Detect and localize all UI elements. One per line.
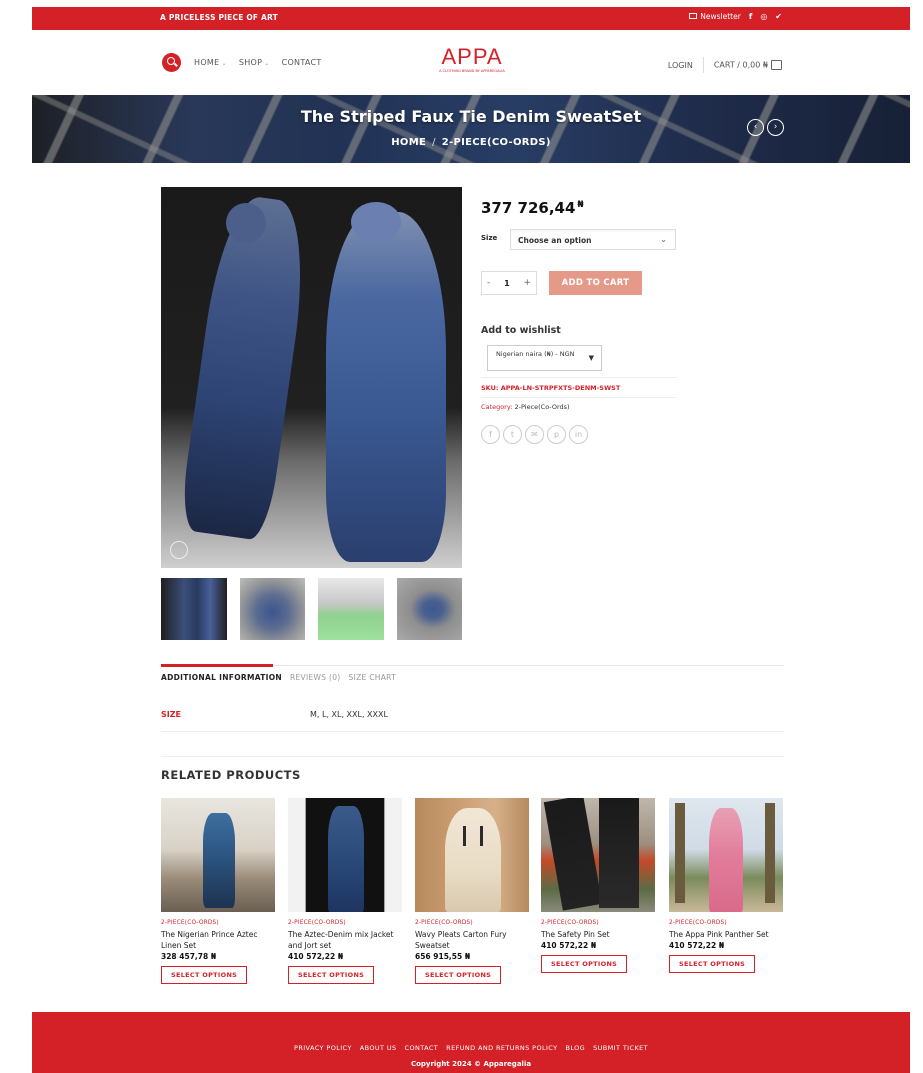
nav-contact[interactable]: CONTACT — [282, 58, 322, 67]
instagram-icon[interactable]: ◎ — [760, 12, 767, 21]
footer-link-blog[interactable]: BLOG — [566, 1044, 586, 1052]
tab-additional-information[interactable]: ADDITIONAL INFORMATION — [161, 673, 282, 682]
share-buttons: f t ✉ p in — [481, 425, 588, 444]
nav-home[interactable]: HOME ⌄ — [194, 58, 227, 67]
select-options-button[interactable]: SELECT OPTIONS — [288, 966, 375, 984]
caret-down-icon: ▼ — [588, 354, 594, 362]
main-nav: HOME ⌄ SHOP ⌄ CONTACT — [194, 58, 322, 67]
footer-links: PRIVACY POLICY ABOUT US CONTACT REFUND A… — [32, 1044, 910, 1052]
size-select[interactable]: Choose an option ⌄ — [510, 229, 676, 250]
product-price: 656 915,55 ₦ — [415, 952, 471, 961]
thumbnail-2[interactable] — [239, 578, 305, 640]
footer-link-refund[interactable]: REFUND AND RETURNS POLICY — [446, 1044, 557, 1052]
product-name[interactable]: The Aztec-Denim mix Jacket and Jort set — [288, 929, 402, 951]
zoom-icon[interactable] — [170, 541, 188, 559]
product-price: 328 457,78 ₦ — [161, 952, 217, 961]
header-account: LOGIN CART / 0,00 ₦ — [668, 57, 782, 73]
product-image[interactable] — [669, 798, 783, 912]
login-link[interactable]: LOGIN — [668, 61, 693, 70]
thumbnail-1[interactable] — [161, 578, 227, 640]
site-header: HOME ⌄ SHOP ⌄ CONTACT APPA A CLOTHING BRAN… — [32, 30, 910, 95]
footer-link-ticket[interactable]: SUBMIT TICKET — [593, 1044, 648, 1052]
product-image[interactable] — [288, 798, 402, 912]
linkedin-share-icon[interactable]: in — [569, 425, 588, 444]
top-bar-links: Newsletter f ◎ ✔ — [689, 12, 782, 21]
site-footer: PRIVACY POLICY ABOUT US CONTACT REFUND A… — [32, 1012, 910, 1073]
tab-size-chart[interactable]: SIZE CHART — [349, 673, 397, 682]
qty-input[interactable]: 1 — [504, 279, 510, 288]
site-logo[interactable]: APPA A CLOTHING BRAND BY APPAREGALIA — [437, 46, 507, 74]
select-options-button[interactable]: SELECT OPTIONS — [161, 966, 248, 984]
footer-link-about[interactable]: ABOUT US — [360, 1044, 397, 1052]
chevron-down-icon: ⌄ — [264, 60, 270, 67]
prev-product-icon[interactable]: ‹ — [747, 119, 764, 136]
select-options-button[interactable]: SELECT OPTIONS — [415, 966, 502, 984]
footer-link-privacy[interactable]: PRIVACY POLICY — [294, 1044, 352, 1052]
email-share-icon[interactable]: ✉ — [525, 425, 544, 444]
breadcrumb: HOME/2-PIECE(CO-ORDS) — [391, 137, 551, 148]
product-price: 410 572,22 ₦ — [669, 941, 725, 950]
related-products-title: RELATED PRODUCTS — [161, 768, 301, 782]
related-product: 2-PIECE(CO-ORDS) Wavy Pleats Carton Fury… — [415, 798, 529, 984]
mail-icon — [689, 13, 698, 19]
chevron-down-icon: ⌄ — [660, 235, 667, 244]
footer-link-contact[interactable]: CONTACT — [405, 1044, 439, 1052]
cart-icon — [771, 60, 782, 70]
add-to-cart-button[interactable]: ADD TO CART — [549, 271, 642, 295]
facebook-icon[interactable]: f — [749, 12, 752, 21]
newsletter-link[interactable]: Newsletter — [689, 12, 741, 21]
currency-select[interactable]: Nigerian naira (₦) - NGN ▼ — [487, 345, 602, 371]
search-icon[interactable] — [162, 53, 181, 72]
page-banner: The Striped Faux Tie Denim SweatSet HOME… — [32, 95, 910, 163]
product-tabs: ADDITIONAL INFORMATION REVIEWS (0) SIZE … — [161, 673, 396, 682]
product-category: Category: 2-Piece(Co-Ords) — [481, 403, 570, 411]
chevron-down-icon: ⌄ — [221, 60, 227, 67]
thumbnail-strip — [161, 578, 462, 640]
copyright: Copyright 2024 © Apparegalia — [410, 1060, 532, 1068]
breadcrumb-home[interactable]: HOME — [391, 137, 426, 148]
pinterest-share-icon[interactable]: p — [547, 425, 566, 444]
thumbnail-4[interactable] — [396, 578, 462, 640]
tagline: A PRICELESS PIECE OF ART — [160, 13, 279, 22]
quantity-stepper: - 1 + — [481, 271, 537, 295]
product-sku: SKU: APPA-LN-STRPFXTS-DENM-SWST — [481, 384, 621, 392]
product-name[interactable]: The Appa Pink Panther Set — [669, 929, 783, 940]
product-name[interactable]: The Nigerian Prince Aztec Linen Set — [161, 929, 275, 951]
product-name[interactable]: The Safety Pin Set — [541, 929, 655, 940]
product-price: 410 572,22 ₦ — [541, 941, 597, 950]
product-price: 410 572,22 ₦ — [288, 952, 344, 961]
cart-link[interactable]: CART / 0,00 ₦ — [714, 60, 782, 70]
size-label: Size — [481, 234, 498, 242]
attribute-value: M, L, XL, XXL, XXXL — [310, 710, 388, 719]
breadcrumb-category[interactable]: 2-PIECE(CO-ORDS) — [442, 137, 551, 148]
tab-reviews[interactable]: REVIEWS (0) — [290, 673, 341, 682]
wishlist-link[interactable]: Add to wishlist — [481, 325, 561, 336]
nav-shop[interactable]: SHOP ⌄ — [239, 58, 270, 67]
qty-minus-button[interactable]: - — [487, 278, 490, 288]
thumbnail-3[interactable] — [318, 578, 384, 640]
related-product: 2-PIECE(CO-ORDS) The Safety Pin Set 410 … — [541, 798, 655, 973]
qty-plus-button[interactable]: + — [523, 278, 531, 288]
select-options-button[interactable]: SELECT OPTIONS — [669, 955, 756, 973]
product-price: 377 726,44 ₦ — [481, 199, 584, 217]
top-bar: A PRICELESS PIECE OF ART Newsletter f ◎ … — [32, 7, 910, 30]
attribute-label: SIZE — [161, 710, 182, 719]
related-product: 2-PIECE(CO-ORDS) The Nigerian Prince Azt… — [161, 798, 275, 984]
product-image[interactable] — [415, 798, 529, 912]
next-product-icon[interactable]: › — [767, 119, 784, 136]
facebook-share-icon[interactable]: f — [481, 425, 500, 444]
divider — [702, 57, 704, 73]
select-options-button[interactable]: SELECT OPTIONS — [541, 955, 628, 973]
twitter-share-icon[interactable]: t — [503, 425, 522, 444]
product-image[interactable] — [541, 798, 655, 912]
twitter-icon[interactable]: ✔ — [775, 12, 782, 21]
product-main-image[interactable] — [161, 187, 462, 568]
product-nav: ‹ › — [747, 119, 784, 136]
related-product: 2-PIECE(CO-ORDS) The Appa Pink Panther S… — [669, 798, 783, 973]
product-name[interactable]: Wavy Pleats Carton Fury Sweatset — [415, 929, 529, 951]
related-product: 2-PIECE(CO-ORDS) The Aztec-Denim mix Jac… — [288, 798, 402, 984]
product-image[interactable] — [161, 798, 275, 912]
category-link[interactable]: 2-Piece(Co-Ords) — [515, 403, 570, 411]
